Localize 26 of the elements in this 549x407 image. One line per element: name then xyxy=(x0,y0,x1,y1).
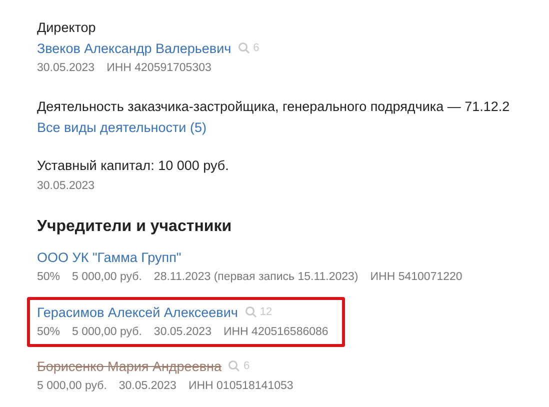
meta-text: 50% xyxy=(37,270,60,285)
meta-text: 50% xyxy=(37,325,60,340)
meta-text: 5 000,00 руб. xyxy=(72,270,142,285)
meta-text: ИНН 5410071220 xyxy=(370,270,462,285)
meta-text: 30.05.2023 xyxy=(118,379,176,394)
person-link[interactable]: ООО УК "Гамма Групп" xyxy=(37,250,182,264)
search-icon xyxy=(244,306,257,318)
struck-person-link[interactable]: Борисенко Мария Андреевна xyxy=(37,358,222,374)
activity-text: Деятельность заказчика-застройщика, генерального подрядчика — 71.12.2 xyxy=(37,98,511,116)
meta-text: 28.11.2023 (первая запись 15.11.2023) xyxy=(154,270,358,285)
role-label: Директор xyxy=(37,19,97,37)
meta-text: 30.05.2023 xyxy=(37,179,95,194)
meta-text: 30.05.2023 xyxy=(154,325,212,340)
meta-text: 5 000,00 руб. xyxy=(37,379,107,394)
meta-text: ИНН 010518141053 xyxy=(188,379,294,394)
activities-link[interactable]: Все виды деятельности (5) xyxy=(37,120,206,134)
person-link[interactable]: Герасимов Алексей Алексеевич xyxy=(37,304,238,320)
meta-text: ИНН 420591705303 xyxy=(106,61,212,76)
capital-text: Уставный капитал: 10 000 руб. xyxy=(37,157,230,175)
meta-text: ИНН 420516586086 xyxy=(223,325,328,340)
meta-text: 30.05.2023 xyxy=(37,61,95,76)
section-heading: Учредители и участники xyxy=(37,217,233,237)
search-icon xyxy=(238,42,250,54)
person-link[interactable]: Звеков Александр Валерьевич xyxy=(37,40,232,56)
meta-text: 5 000,00 руб. xyxy=(72,325,142,340)
search-icon xyxy=(228,360,240,372)
